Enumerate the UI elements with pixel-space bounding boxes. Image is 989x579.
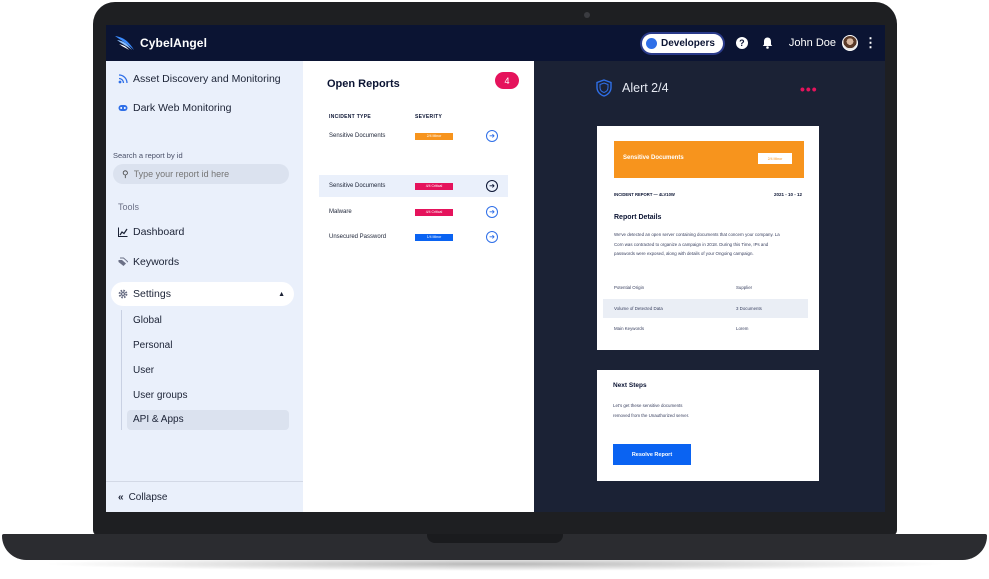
sidebar-item-label: Dashboard [133,226,185,238]
severity-badge: 2/4 Minor [415,132,453,140]
severity-badge: 2/4 Minor [758,153,792,164]
tools-section-label: Tools [118,202,140,212]
alert-header: Alert 2/4 [596,79,669,97]
settings-item-personal[interactable]: Personal [133,340,172,351]
tags-icon [118,257,128,266]
banner-title: Sensitive Documents [623,155,684,161]
alert-title: Alert 2/4 [622,81,669,95]
settings-item-user[interactable]: User [133,365,154,376]
search-label: Search a report by id [113,151,183,160]
sidebar-item-dashboard[interactable]: Dashboard [118,226,184,238]
incident-type: Malware [329,209,352,215]
notifications-button[interactable] [761,36,775,50]
report-id-search-input[interactable] [133,169,274,179]
resolve-report-button[interactable]: Resolve Report [613,444,691,465]
search-icon: ⚲ [122,168,129,179]
report-id: INCIDENT REPORT — 4LV10W [614,192,675,197]
shield-icon [596,79,612,97]
sidebar-item-label: Settings [133,288,171,300]
help-button[interactable]: ? [735,36,749,50]
incident-banner: Sensitive Documents 2/4 Minor [614,141,804,178]
arrow-right-icon[interactable]: ➜ [486,231,498,243]
submenu-divider [121,310,122,430]
severity-badge: 1/4 Minor [415,233,453,241]
developers-button[interactable]: Developers [641,33,723,53]
wing-logo-icon [115,36,134,50]
hexagon-icon [645,37,657,49]
detail-row: Volume of Detected Data 3 Documents [603,299,808,318]
settings-item-global[interactable]: Global [133,315,162,326]
more-vert-icon[interactable]: ⋮ [864,35,877,51]
sidebar-item-label: Asset Discovery and Monitoring [133,73,281,85]
detail-key: Potential Origin [614,285,645,290]
brand-logo[interactable]: CybelAngel [114,34,207,52]
caret-up-icon[interactable]: ▲ [278,291,285,298]
incident-type: Sensitive Documents [329,133,386,139]
sidebar-item-keywords[interactable]: Keywords [118,256,179,268]
report-details-text: We've detected an open server containing… [614,232,780,256]
brand-name: CybelAngel [140,36,208,50]
report-row[interactable]: Sensitive Documents 4/4 Critical ➜ [319,175,508,197]
laptop-notch [427,534,563,543]
arrow-right-icon[interactable]: ➜ [486,180,498,192]
alert-detail-panel: Alert 2/4 ••• Sensitive Documents 2/4 Mi… [534,61,885,512]
incident-type: Sensitive Documents [329,183,386,189]
report-row[interactable]: Sensitive Documents 2/4 Minor ➜ [319,125,508,147]
sidebar-item-settings[interactable]: Settings ▲ [111,282,294,306]
sidebar: Asset Discovery and Monitoring Dark Web … [106,61,303,512]
search-box: ⚲ [113,164,289,184]
report-row[interactable]: Malware 4/4 Critical ➜ [319,201,508,223]
next-steps-card: Next Steps Let's get these sensitive doc… [597,370,819,481]
app-screen: CybelAngel Developers ? John Doe ⋮ Asset… [106,25,885,512]
severity-badge: 4/4 Critical [415,182,453,190]
column-header-incident-type: INCIDENT TYPE [329,114,371,120]
column-header-severity: SEVERITY [415,114,443,120]
report-card: Sensitive Documents 2/4 Minor INCIDENT R… [597,126,819,350]
severity-badge: 4/4 Critical [415,208,453,216]
sidebar-item-label: Dark Web Monitoring [133,102,232,114]
detail-value: Supplier [736,285,753,290]
more-horiz-icon[interactable]: ••• [800,81,818,97]
report-row[interactable]: Unsecured Password 1/4 Minor ➜ [319,226,508,248]
open-reports-panel: Open Reports 4 INCIDENT TYPE SEVERITY Se… [303,61,534,512]
camera-icon [584,12,590,18]
gear-icon [118,289,128,299]
bell-icon [763,37,773,49]
detail-key: Main Keywords [614,326,645,331]
rss-icon [118,74,128,84]
collapse-button[interactable]: « Collapse [106,481,303,512]
report-date: 2021 - 10 - 12 [774,192,803,197]
report-count-badge: 4 [495,72,519,89]
detail-row: Main Keywords Lorem [603,319,808,338]
chart-icon [118,227,128,237]
detail-value: 3 Documents [736,306,762,311]
detail-value: Lorem [736,326,749,331]
mask-icon [118,105,128,111]
settings-item-user-groups[interactable]: User groups [133,390,187,401]
collapse-label: Collapse [128,491,168,503]
next-steps-text: Let's get these sensitive documents remo… [613,403,690,418]
settings-item-api-apps[interactable]: API & Apps [133,414,184,425]
open-reports-title: Open Reports [327,78,400,90]
next-steps-heading: Next Steps [613,382,647,389]
sidebar-item-dark-web[interactable]: Dark Web Monitoring [118,102,231,114]
detail-row: Potential Origin Supplier [603,278,808,297]
avatar[interactable] [842,35,858,51]
arrow-right-icon[interactable]: ➜ [486,130,498,142]
double-chevron-left-icon: « [118,491,124,503]
sidebar-item-asset-discovery[interactable]: Asset Discovery and Monitoring [118,73,281,85]
top-bar: CybelAngel Developers ? John Doe ⋮ [106,25,885,61]
report-details-heading: Report Details [614,214,662,221]
detail-key: Volume of Detected Data [614,306,663,311]
developers-label: Developers [660,37,715,49]
incident-type: Unsecured Password [329,234,387,240]
user-name[interactable]: John Doe [789,37,836,49]
help-icon: ? [735,37,748,49]
sidebar-item-label: Keywords [133,256,180,268]
arrow-right-icon[interactable]: ➜ [486,206,498,218]
